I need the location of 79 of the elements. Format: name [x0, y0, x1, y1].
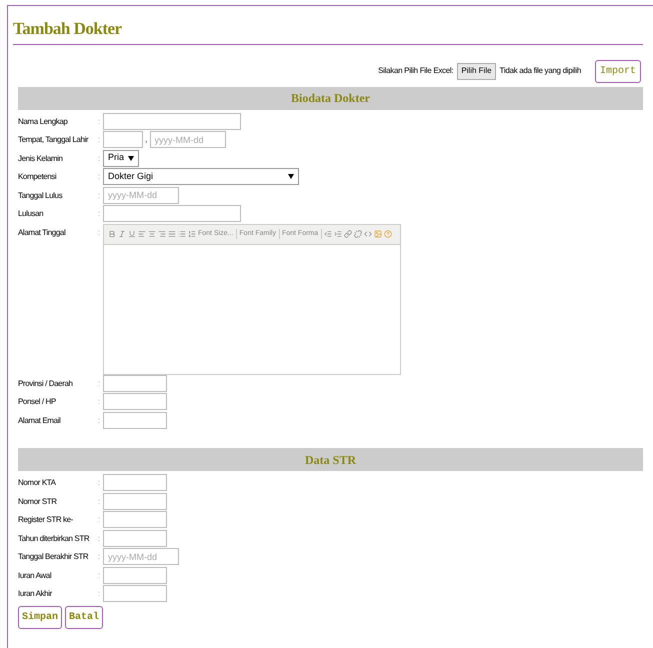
caret-icon — [128, 156, 134, 160]
field-label: Register STR ke- — [18, 514, 74, 526]
field-label: Tahun diterbirkan STR — [18, 532, 90, 544]
help-icon[interactable] — [384, 230, 392, 238]
colon: : — [98, 116, 102, 128]
input-field[interactable] — [103, 511, 167, 528]
field-label: Iuran Awal — [18, 570, 52, 582]
colon: : — [98, 134, 102, 146]
field-label: Tanggal Lulus — [18, 190, 64, 202]
colon: : — [98, 152, 102, 164]
underline-icon[interactable] — [128, 230, 136, 238]
field-label: Nomor KTA — [18, 477, 57, 489]
date-field[interactable]: yyyy-MM-dd — [150, 131, 226, 148]
code-icon[interactable] — [364, 230, 372, 238]
colon: : — [98, 570, 102, 582]
import-button[interactable]: Import — [594, 60, 641, 82]
section-header: Biodata Dokter — [18, 86, 643, 110]
colon: : — [98, 378, 102, 390]
bullet-list-icon[interactable] — [178, 230, 186, 238]
align-justify-icon[interactable] — [168, 230, 176, 238]
page-title: Tambah Dokter — [13, 6, 643, 44]
align-center-icon[interactable] — [148, 230, 156, 238]
field-label: Lulusan — [18, 208, 44, 220]
colon: : — [98, 551, 102, 563]
colon: : — [98, 414, 102, 426]
colon: : — [98, 226, 102, 238]
field-label: Tanggal Berakhir STR — [18, 551, 90, 563]
date-field[interactable]: yyyy-MM-dd — [103, 548, 179, 565]
input-field[interactable] — [103, 374, 167, 392]
dropdown[interactable]: Pria — [103, 150, 139, 166]
cancel-button[interactable]: Batal — [65, 606, 104, 628]
field-label: Provinsi / Daerah — [18, 378, 74, 390]
input-field[interactable] — [103, 131, 143, 148]
save-button[interactable]: Simpan — [18, 606, 62, 628]
italic-icon[interactable] — [118, 230, 126, 238]
bold-icon[interactable] — [108, 230, 116, 238]
input-field[interactable] — [103, 393, 167, 410]
input-field[interactable] — [103, 205, 241, 222]
field-label: Alamat Tinggal — [18, 226, 66, 239]
field-label: Iuran Akhir — [18, 588, 54, 600]
input-field[interactable] — [103, 530, 167, 546]
caret-icon — [288, 174, 294, 179]
input-field[interactable] — [103, 474, 167, 491]
numbered-list-icon[interactable] — [188, 230, 196, 238]
field-label: Alamat Email — [18, 414, 62, 426]
input-field[interactable] — [103, 112, 241, 130]
colon: : — [98, 477, 102, 489]
input-field[interactable] — [103, 412, 167, 428]
align-left-icon[interactable] — [138, 230, 146, 238]
outdent-icon[interactable] — [324, 230, 332, 238]
input-field[interactable] — [103, 492, 167, 510]
section-header: Data STR — [18, 448, 643, 471]
colon: : — [98, 532, 102, 544]
file-status: Tidak ada file yang dipilih — [500, 65, 581, 77]
input-field[interactable] — [103, 566, 167, 584]
link-icon[interactable] — [344, 230, 352, 238]
field-label: Kompetensi — [18, 171, 58, 183]
import-label: Silakan Pilih File Excel: — [378, 65, 454, 77]
input-field[interactable] — [103, 585, 167, 602]
colon: : — [98, 396, 102, 408]
date-field[interactable]: yyyy-MM-dd — [103, 186, 179, 204]
colon: : — [98, 208, 102, 220]
field-label: Jenis Kelamin — [18, 152, 64, 164]
field-label: Nama Lengkap — [18, 116, 68, 128]
colon: : — [98, 190, 102, 202]
field-label: Nomor STR — [18, 496, 58, 508]
field-label: Ponsel / HP — [18, 396, 57, 408]
align-right-icon[interactable] — [158, 230, 166, 238]
image-icon[interactable] — [374, 230, 382, 238]
colon: : — [98, 514, 102, 526]
colon: : — [98, 496, 102, 508]
colon: : — [98, 588, 102, 600]
colon: : — [98, 171, 102, 183]
dropdown[interactable]: Dokter Gigi — [103, 168, 299, 185]
field-label: Tempat, Tanggal Lahir — [18, 134, 90, 146]
choose-file-button[interactable]: Pilih File — [457, 62, 496, 80]
indent-icon[interactable] — [334, 230, 342, 238]
unlink-icon[interactable] — [354, 230, 362, 238]
separator: , — [145, 132, 148, 146]
